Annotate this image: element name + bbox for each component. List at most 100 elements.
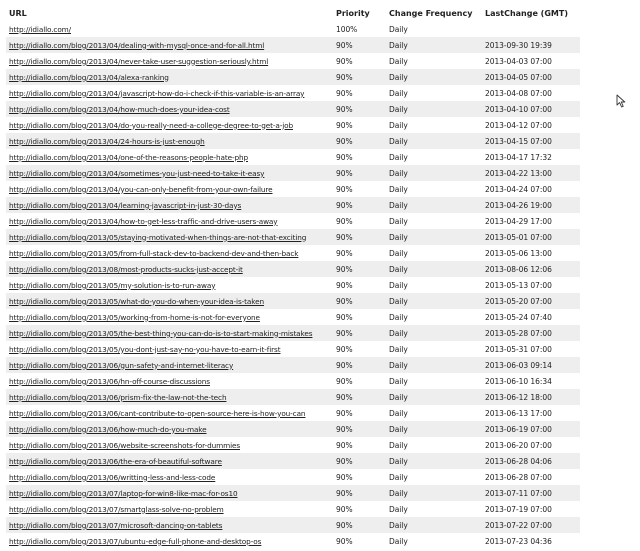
lastchange-cell: 2013-05-20 07:00 — [482, 293, 580, 309]
frequency-cell: Daily — [389, 248, 408, 258]
url-link[interactable]: http://idiallo.com/blog/2013/06/how-much… — [9, 425, 207, 434]
lastchange-cell: 2013-04-29 17:00 — [485, 216, 552, 226]
priority-cell: 90% — [333, 517, 386, 533]
frequency-cell: Daily — [389, 376, 408, 386]
url-link[interactable]: http://idiallo.com/blog/2013/04/one-of-t… — [9, 153, 248, 162]
priority-cell: 90% — [333, 357, 386, 373]
url-link[interactable]: http://idiallo.com/blog/2013/05/staying-… — [9, 233, 306, 242]
priority-cell: 90% — [336, 56, 353, 66]
priority-cell: 90% — [336, 312, 353, 322]
lastchange-cell: 2013-05-28 07:00 — [482, 325, 580, 341]
url-link[interactable]: http://idiallo.com/blog/2013/04/never-ta… — [9, 57, 268, 66]
url-cell: http://idiallo.com/blog/2013/07/microsof… — [6, 517, 333, 533]
url-link[interactable]: http://idiallo.com/blog/2013/04/learning… — [9, 201, 241, 210]
url-link[interactable]: http://idiallo.com/blog/2013/05/you-dont… — [9, 345, 281, 354]
table-row: http://idiallo.com/blog/2013/05/from-ful… — [6, 245, 580, 261]
frequency-cell: Daily — [389, 56, 408, 66]
priority-cell: 90% — [333, 261, 386, 277]
url-cell: http://idiallo.com/blog/2013/06/gun-safe… — [6, 357, 333, 373]
frequency-cell: Daily — [386, 37, 482, 53]
lastchange-cell: 2013-05-06 13:00 — [485, 248, 552, 258]
url-link[interactable]: http://idiallo.com/blog/2013/04/alexa-ra… — [9, 73, 169, 82]
url-link[interactable]: http://idiallo.com/blog/2013/05/what-do-… — [9, 297, 264, 306]
url-link[interactable]: http://idiallo.com/blog/2013/07/microsof… — [9, 521, 222, 530]
url-link[interactable]: http://idiallo.com/blog/2013/04/you-can-… — [9, 185, 273, 194]
url-link[interactable]: http://idiallo.com/blog/2013/06/hn-off-c… — [9, 377, 210, 386]
lastchange-cell: 2013-04-17 17:32 — [485, 152, 552, 162]
table-row: http://idiallo.com/blog/2013/06/prism-fi… — [6, 389, 580, 405]
url-link[interactable]: http://idiallo.com/blog/2013/07/smartgla… — [9, 505, 224, 514]
priority-cell: 90% — [333, 69, 386, 85]
url-link[interactable]: http://idiallo.com/ — [9, 25, 71, 34]
url-cell: http://idiallo.com/blog/2013/04/dealing-… — [6, 37, 333, 53]
url-cell: http://idiallo.com/blog/2013/07/laptop-f… — [6, 485, 333, 501]
url-link[interactable]: http://idiallo.com/blog/2013/04/how-much… — [9, 105, 230, 114]
url-cell: http://idiallo.com/blog/2013/04/never-ta… — [6, 53, 333, 69]
lastchange-cell: 2013-06-28 07:00 — [485, 472, 552, 482]
frequency-cell: Daily — [386, 133, 482, 149]
frequency-cell: Daily — [389, 152, 408, 162]
frequency-cell: Daily — [386, 421, 482, 437]
url-link[interactable]: http://idiallo.com/blog/2013/05/from-ful… — [9, 249, 299, 258]
priority-cell: 90% — [336, 504, 353, 514]
url-link[interactable]: http://idiallo.com/blog/2013/07/laptop-f… — [9, 489, 238, 498]
url-cell: http://idiallo.com/blog/2013/04/alexa-ra… — [6, 69, 333, 85]
url-link[interactable]: http://idiallo.com/blog/2013/05/my-solut… — [9, 281, 216, 290]
frequency-cell: Daily — [389, 408, 408, 418]
table-row: http://idiallo.com/blog/2013/05/the-best… — [6, 325, 580, 341]
url-link[interactable]: http://idiallo.com/blog/2013/04/dealing-… — [9, 41, 264, 50]
url-link[interactable]: http://idiallo.com/blog/2013/04/do-you-r… — [9, 121, 293, 130]
url-link[interactable]: http://idiallo.com/blog/2013/04/sometime… — [9, 169, 264, 178]
url-link[interactable]: http://idiallo.com/blog/2013/04/24-hours… — [9, 137, 205, 146]
table-row: http://idiallo.com/100% Daily — [6, 21, 580, 37]
lastchange-cell: 2013-05-24 07:40 — [485, 312, 552, 322]
priority-cell: 90% — [336, 376, 353, 386]
url-link[interactable]: http://idiallo.com/blog/2013/05/the-best… — [9, 329, 313, 338]
lastchange-cell: 2013-05-31 07:00 — [485, 344, 552, 354]
table-row: http://idiallo.com/blog/2013/04/learning… — [6, 197, 580, 213]
priority-cell: 100% — [336, 24, 358, 34]
url-link[interactable]: http://idiallo.com/blog/2013/06/website-… — [9, 441, 240, 450]
table-row: http://idiallo.com/blog/2013/04/how-to-g… — [6, 213, 580, 229]
lastchange-cell: 2013-04-12 07:00 — [485, 120, 552, 130]
url-link[interactable]: http://idiallo.com/blog/2013/06/gun-safe… — [9, 361, 233, 370]
url-link[interactable]: http://idiallo.com/blog/2013/06/prism-fi… — [9, 393, 227, 402]
frequency-cell: Daily — [386, 261, 482, 277]
frequency-cell: Daily — [386, 357, 482, 373]
url-cell: http://idiallo.com/blog/2013/06/the-era-… — [6, 453, 333, 469]
priority-cell: 90% — [336, 280, 353, 290]
table-row: http://idiallo.com/blog/2013/04/never-ta… — [6, 53, 580, 69]
priority-cell: 90% — [333, 101, 386, 117]
table-row: http://idiallo.com/blog/2013/04/javascri… — [6, 85, 580, 101]
table-body: http://idiallo.com/100% Daily http://idial… — [6, 21, 580, 549]
priority-cell: 90% — [336, 88, 353, 98]
url-cell: http://idiallo.com/blog/2013/04/javascri… — [6, 85, 333, 101]
url-link[interactable]: http://idiallo.com/blog/2013/08/most-pro… — [9, 265, 243, 274]
lastchange-cell: 2013-06-19 07:00 — [482, 421, 580, 437]
url-link[interactable]: http://idiallo.com/blog/2013/06/writting… — [9, 473, 215, 482]
lastchange-cell: 2013-04-05 07:00 — [482, 69, 580, 85]
url-link[interactable]: http://idiallo.com/blog/2013/04/javascri… — [9, 89, 304, 98]
table-row: http://idiallo.com/blog/2013/07/microsof… — [6, 517, 580, 533]
url-link[interactable]: http://idiallo.com/blog/2013/04/how-to-g… — [9, 217, 278, 226]
url-cell: http://idiallo.com/blog/2013/06/writting… — [6, 469, 333, 485]
table-row: http://idiallo.com/blog/2013/04/how-much… — [6, 101, 580, 117]
priority-cell: 90% — [333, 421, 386, 437]
lastchange-cell: 2013-04-15 07:00 — [482, 133, 580, 149]
frequency-cell: Daily — [386, 197, 482, 213]
url-link[interactable]: http://idiallo.com/blog/2013/05/working-… — [9, 313, 260, 322]
header-priority: Priority — [336, 9, 370, 18]
table-row: http://idiallo.com/blog/2013/04/dealing-… — [6, 37, 580, 53]
priority-cell: 90% — [333, 37, 386, 53]
url-link[interactable]: http://idiallo.com/blog/2013/06/the-era-… — [9, 457, 222, 466]
table-row: http://idiallo.com/blog/2013/07/laptop-f… — [6, 485, 580, 501]
priority-cell: 90% — [336, 472, 353, 482]
frequency-cell: Daily — [389, 472, 408, 482]
frequency-cell: Daily — [389, 280, 408, 290]
url-link[interactable]: http://idiallo.com/blog/2013/07/ubuntu-e… — [9, 537, 261, 546]
table-row: http://idiallo.com/blog/2013/04/one-of-t… — [6, 149, 580, 165]
table-row: http://idiallo.com/blog/2013/05/my-solut… — [6, 277, 580, 293]
url-link[interactable]: http://idiallo.com/blog/2013/06/cant-con… — [9, 409, 306, 418]
url-cell: http://idiallo.com/blog/2013/07/ubuntu-e… — [6, 533, 333, 549]
url-cell: http://idiallo.com/blog/2013/08/most-pro… — [6, 261, 333, 277]
